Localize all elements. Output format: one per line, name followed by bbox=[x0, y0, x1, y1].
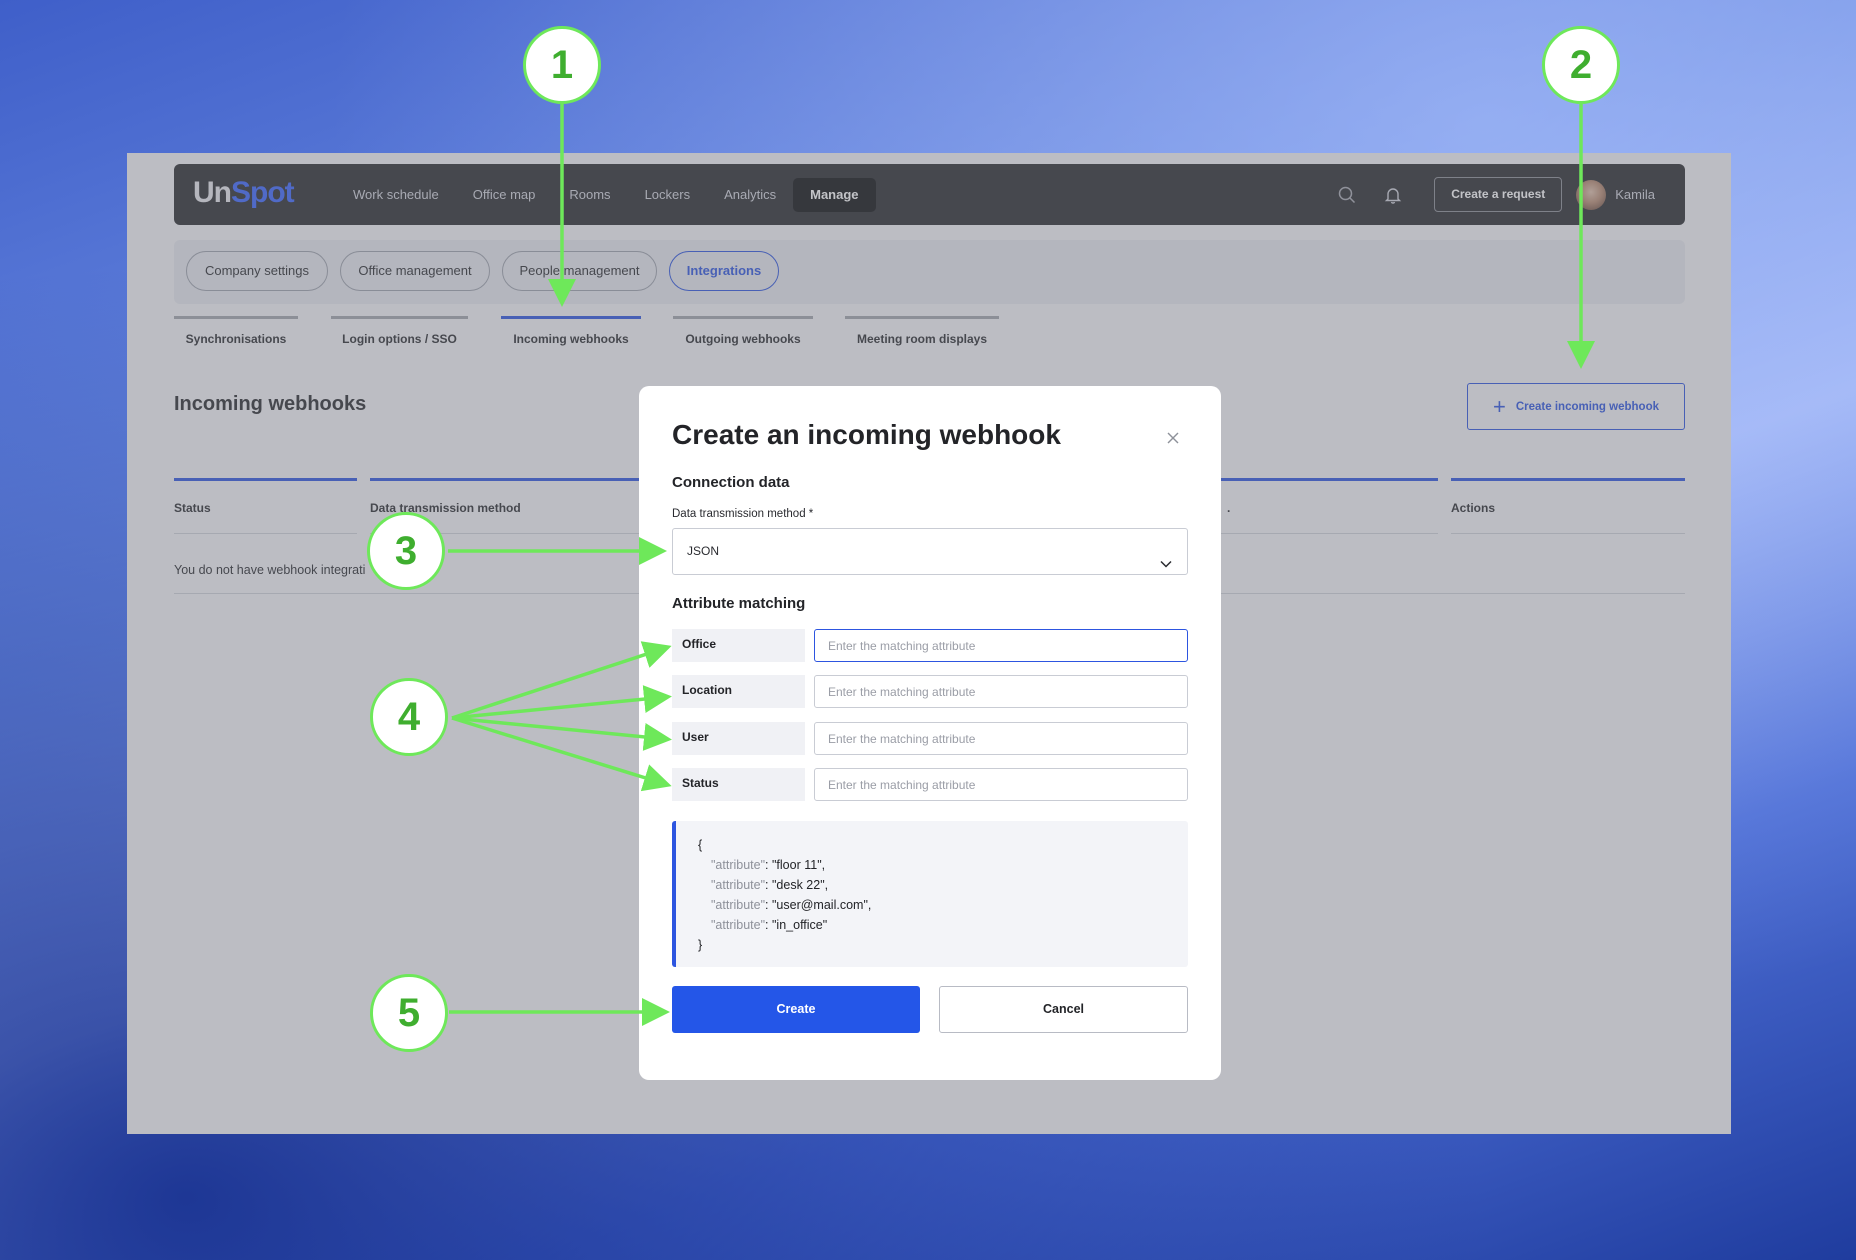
code-line: "attribute": "in_office" bbox=[698, 915, 1188, 935]
method-label: Data transmission method * bbox=[672, 508, 814, 520]
location-attribute-input[interactable] bbox=[814, 675, 1188, 708]
code-line: "attribute": "desk 22", bbox=[698, 875, 1188, 895]
annotation-badge-5: 5 bbox=[370, 974, 448, 1052]
code-value: : "in_office" bbox=[765, 918, 828, 932]
code-open-brace: { bbox=[698, 838, 703, 852]
code-key: "attribute" bbox=[711, 898, 766, 912]
method-select[interactable]: JSON bbox=[672, 528, 1188, 575]
code-close-brace: } bbox=[698, 938, 703, 952]
create-webhook-modal: Create an incoming webhook Connection da… bbox=[639, 386, 1221, 1080]
attribute-matching-title: Attribute matching bbox=[672, 595, 806, 612]
code-line: "attribute": "user@mail.com", bbox=[698, 895, 1188, 915]
cancel-button[interactable]: Cancel bbox=[939, 986, 1188, 1033]
annotation-badge-1: 1 bbox=[523, 26, 601, 104]
code-key: "attribute" bbox=[711, 878, 766, 892]
annotation-badge-3: 3 bbox=[367, 512, 445, 590]
modal-title: Create an incoming webhook bbox=[672, 419, 1061, 450]
create-button[interactable]: Create bbox=[672, 986, 920, 1033]
code-value: : "user@mail.com", bbox=[765, 898, 872, 912]
json-example: { "attribute": "floor 11", "attribute": … bbox=[672, 821, 1188, 967]
status-attribute-input[interactable] bbox=[814, 768, 1188, 801]
code-key: "attribute" bbox=[711, 858, 766, 872]
attr-label-status: Status bbox=[672, 768, 805, 801]
code-key: "attribute" bbox=[711, 918, 766, 932]
attr-label-user: User bbox=[672, 722, 805, 755]
close-icon[interactable] bbox=[1165, 430, 1181, 446]
code-value: : "desk 22", bbox=[765, 878, 829, 892]
annotation-badge-2: 2 bbox=[1542, 26, 1620, 104]
code-line: "attribute": "floor 11", bbox=[698, 855, 1188, 875]
connection-data-title: Connection data bbox=[672, 474, 790, 491]
code-value: : "floor 11", bbox=[765, 858, 826, 872]
annotation-badge-4: 4 bbox=[370, 678, 448, 756]
attr-label-office: Office bbox=[672, 629, 805, 662]
method-value: JSON bbox=[687, 544, 720, 558]
chevron-down-icon bbox=[1159, 545, 1173, 568]
office-attribute-input[interactable] bbox=[814, 629, 1188, 662]
attr-label-location: Location bbox=[672, 675, 805, 708]
user-attribute-input[interactable] bbox=[814, 722, 1188, 755]
